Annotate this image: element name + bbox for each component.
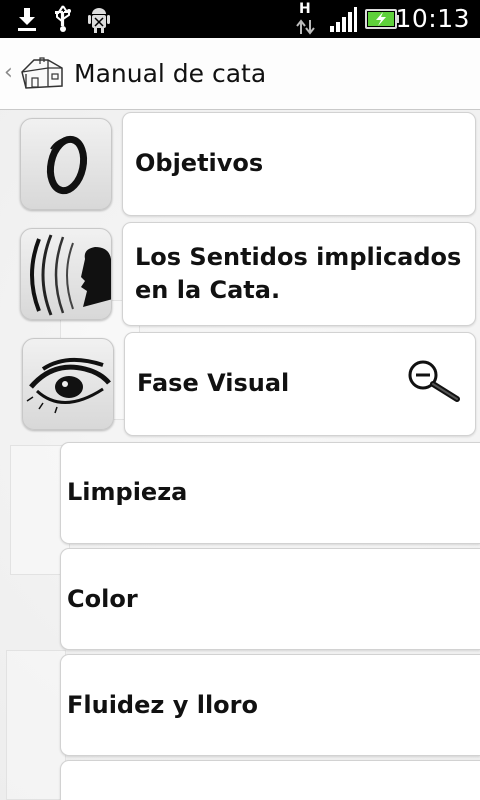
senses-thumbnail[interactable] <box>20 228 112 320</box>
subitem-limpieza[interactable]: Limpieza <box>60 442 480 544</box>
menu-item-label: Fase Visual <box>137 369 290 397</box>
page-title: Manual de cata <box>74 59 267 88</box>
status-bar: H 10:13 <box>0 0 480 38</box>
subitem-next[interactable] <box>60 760 480 800</box>
back-button[interactable]: ‹ <box>4 60 13 85</box>
menu-item-fase-visual[interactable]: Fase Visual <box>124 332 476 436</box>
signal-icon <box>330 7 357 32</box>
subitem-label: Color <box>67 585 138 613</box>
subitem-label: Fluidez y lloro <box>67 691 258 719</box>
eye-thumbnail[interactable] <box>22 338 114 430</box>
senses-icon <box>30 234 111 316</box>
subitem-fluidez[interactable]: Fluidez y lloro <box>60 654 480 756</box>
objetivos-thumbnail[interactable] <box>20 118 112 210</box>
data-transfer-icon <box>296 19 315 35</box>
download-icon <box>18 8 36 31</box>
usb-icon <box>55 5 71 32</box>
menu-item-label: Objetivos <box>135 149 264 177</box>
subitem-color[interactable]: Color <box>60 548 480 650</box>
action-bar: ‹ Manual de cata <box>0 38 480 110</box>
eye-icon <box>26 357 111 414</box>
menu-list: Objetivos Los Sentidos implicados en la … <box>0 110 480 800</box>
zoom-out-icon[interactable] <box>405 359 461 403</box>
house-icon[interactable] <box>18 54 68 94</box>
menu-item-label: Los Sentidos implicados en la Cata. <box>135 243 462 304</box>
menu-item-objetivos[interactable]: Objetivos <box>122 112 476 216</box>
background-decoration <box>6 650 66 800</box>
clock: 10:13 <box>395 4 470 33</box>
android-debug-icon <box>88 8 110 33</box>
objetivos-icon <box>46 135 88 195</box>
subitem-label: Limpieza <box>67 478 188 506</box>
menu-item-sentidos[interactable]: Los Sentidos implicados en la Cata. <box>122 222 476 326</box>
